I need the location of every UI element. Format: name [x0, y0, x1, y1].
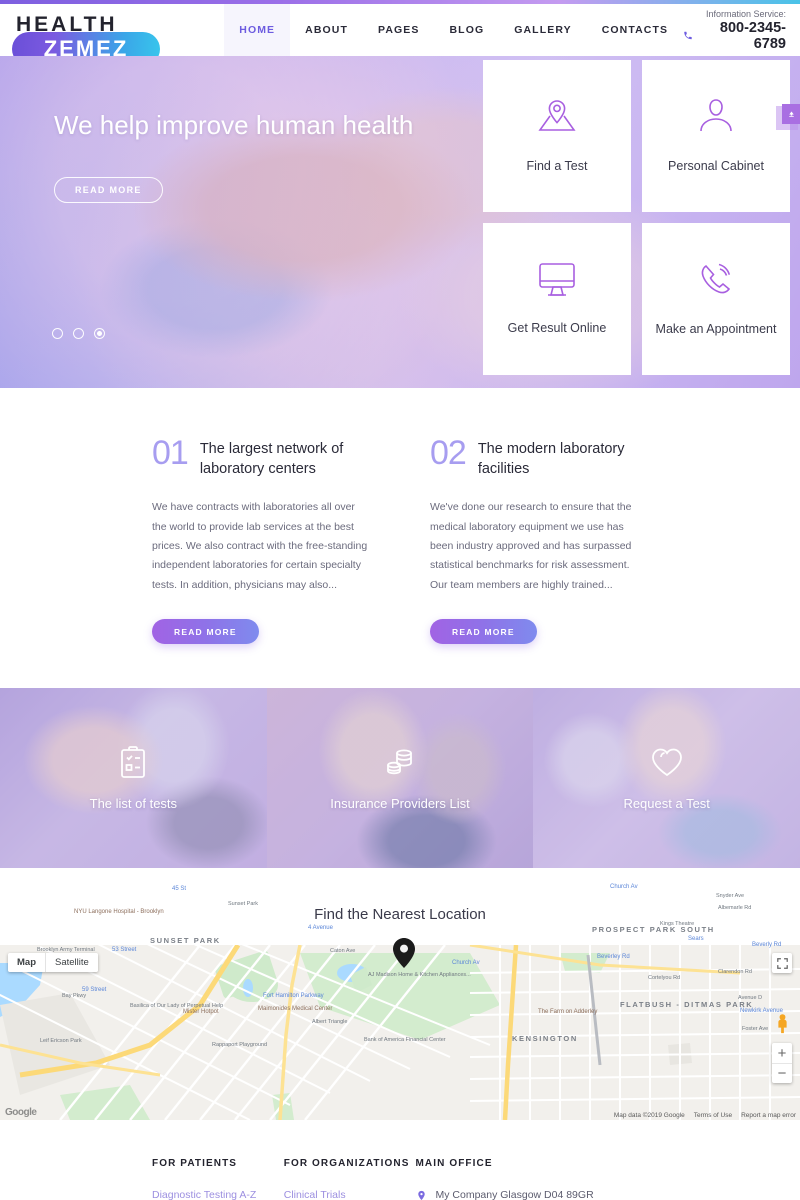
widget-icon: [788, 111, 794, 117]
service-card-label: Find a Test: [526, 159, 588, 174]
hero-slider: We help improve human health READ MORE F…: [0, 56, 800, 388]
location-icon: [417, 1191, 425, 1200]
tile-label: The list of tests: [89, 796, 178, 812]
coins-icon: [330, 745, 469, 782]
features-section: 01 The largest network of laboratory cen…: [0, 388, 800, 645]
map-pin-icon: [536, 97, 578, 140]
clipboard-check-icon: [90, 745, 177, 782]
service-card-find-a-test[interactable]: Find a Test: [483, 60, 631, 212]
tile-content: Insurance Providers List: [330, 745, 470, 812]
feature-header: 02 The modern laboratory facilities: [430, 436, 648, 479]
feature-read-more-button[interactable]: READ MORE: [152, 619, 259, 645]
office-address: My Company Glasgow D04 89GR: [416, 1189, 649, 1200]
slider-dot-2[interactable]: [73, 328, 84, 339]
nav-item-pages[interactable]: PAGES: [363, 4, 434, 56]
hero-content: We help improve human health READ MORE: [54, 108, 434, 204]
service-cards: Find a Test Personal Cabinet Get Result …: [483, 60, 790, 375]
header-phone[interactable]: 800-2345-6789: [683, 20, 786, 52]
logo[interactable]: HEALTH Diagnostics ZEMEZ: [0, 14, 210, 66]
tile-content: Request a Test: [623, 745, 710, 812]
footer-column-title: FOR PATIENTS: [152, 1158, 238, 1170]
nav-item-blog[interactable]: BLOG: [435, 4, 500, 56]
tile-label: Insurance Providers List: [330, 796, 470, 812]
header-phone-number: 800-2345-6789: [719, 19, 786, 52]
service-card-label: Make an Appointment: [655, 322, 777, 337]
map-type-satellite[interactable]: Satellite: [45, 953, 98, 973]
footer-link[interactable]: Clinical Trials: [284, 1189, 416, 1200]
slider-dot-3[interactable]: [94, 328, 105, 339]
header-contact: Information Service: 800-2345-6789: [683, 9, 800, 52]
footer-column-main-office: MAIN OFFICE My Company Glasgow D04 89GR …: [416, 1158, 649, 1200]
nav-item-about[interactable]: ABOUT: [290, 4, 363, 56]
information-service-label: Information Service:: [705, 8, 786, 19]
feature-number: 02: [430, 434, 467, 472]
feature-title: The modern laboratory facilities: [477, 441, 625, 477]
google-logo: Google: [5, 1107, 37, 1119]
feature-text: We've done our research to ensure that t…: [430, 501, 632, 591]
heart-icon: [623, 745, 709, 782]
feature-text: We have contracts with laboratories all …: [152, 501, 368, 591]
tile-the-list-of-tests[interactable]: The list of tests: [0, 688, 267, 869]
service-card-personal-cabinet[interactable]: Personal Cabinet: [642, 60, 790, 212]
nav-item-home[interactable]: HOME: [224, 4, 291, 56]
nav-item-gallery[interactable]: GALLERY: [499, 4, 586, 56]
map-attribution: Map data ©2019 Google Terms of Use Repor…: [614, 1112, 796, 1119]
location-map[interactable]: Map Satellite + − Google Map data ©2019 …: [0, 945, 800, 1121]
map-zoom-control: + −: [772, 1043, 792, 1084]
phone-icon: [684, 31, 692, 40]
tile-label: Request a Test: [623, 796, 710, 812]
feature-01: 01 The largest network of laboratory cen…: [152, 436, 370, 645]
map-type-control: Map Satellite: [8, 953, 98, 973]
street-view-pegman-icon[interactable]: [775, 1013, 790, 1035]
footer-column-title: FOR ORGANIZATIONS: [283, 1158, 410, 1170]
map-marker-icon[interactable]: [393, 938, 415, 971]
promo-tiles: The list of tests Insurance Providers Li…: [0, 688, 800, 869]
service-card-make-an-appointment[interactable]: Make an Appointment: [642, 223, 790, 375]
footer-column-for-patients: FOR PATIENTS Diagnostic Testing A-Z Talk…: [152, 1158, 284, 1200]
tile-request-a-test[interactable]: Request a Test: [533, 688, 800, 869]
feature-read-more-button[interactable]: READ MORE: [430, 619, 537, 645]
user-icon: [695, 97, 737, 140]
map-attr-data: Map data ©2019 Google: [613, 1112, 685, 1120]
monitor-icon: [535, 261, 579, 302]
footer-column-for-organizations: FOR ORGANIZATIONS Clinical Trials EHR Ve…: [284, 1158, 416, 1200]
site-footer: FOR PATIENTS Diagnostic Testing A-Z Talk…: [0, 1120, 800, 1200]
map-attr-report[interactable]: Report a map error: [741, 1112, 796, 1119]
phone-call-icon: [695, 260, 737, 303]
service-card-get-result-online[interactable]: Get Result Online: [483, 223, 631, 375]
hero-title: We help improve human health: [54, 110, 414, 140]
side-widget-button[interactable]: [782, 104, 800, 124]
zoom-out-button[interactable]: −: [772, 1063, 792, 1083]
hero-read-more-button[interactable]: READ MORE: [54, 177, 163, 204]
office-address-text: My Company Glasgow D04 89GR: [435, 1189, 594, 1200]
main-navigation: HOME ABOUT PAGES BLOG GALLERY CONTACTS: [224, 4, 683, 56]
feature-title: The largest network of laboratory center…: [199, 441, 344, 477]
nav-item-contacts[interactable]: CONTACTS: [587, 4, 683, 56]
service-card-label: Get Result Online: [507, 321, 607, 336]
zoom-in-button[interactable]: +: [772, 1043, 792, 1063]
footer-link[interactable]: Diagnostic Testing A-Z: [152, 1189, 284, 1200]
tile-content: The list of tests: [90, 745, 177, 811]
map-type-map[interactable]: Map: [8, 953, 45, 973]
map-canvas: [0, 945, 800, 1121]
footer-column-title: MAIN OFFICE: [415, 1158, 493, 1170]
tile-insurance-providers-list[interactable]: Insurance Providers List: [266, 688, 534, 869]
feature-number: 01: [152, 434, 189, 472]
slider-dots: [52, 328, 105, 339]
feature-02: 02 The modern laboratory facilities We'v…: [430, 436, 648, 645]
feature-header: 01 The largest network of laboratory cen…: [152, 436, 370, 479]
map-section-heading: Find the Nearest Location: [0, 868, 800, 946]
map-attr-terms[interactable]: Terms of Use: [694, 1112, 732, 1119]
site-header: HEALTH Diagnostics ZEMEZ HOME ABOUT PAGE…: [0, 4, 800, 66]
fullscreen-icon[interactable]: [772, 953, 792, 974]
service-card-label: Personal Cabinet: [668, 159, 764, 174]
slider-dot-1[interactable]: [52, 328, 63, 339]
